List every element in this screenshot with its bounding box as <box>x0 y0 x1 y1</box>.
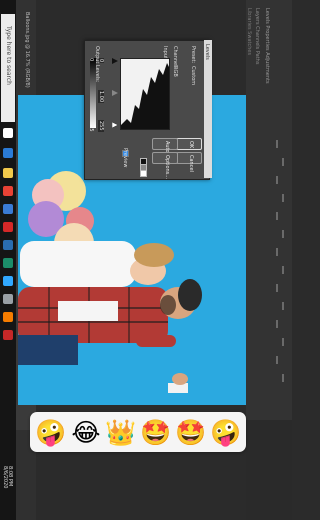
input-levels-slider[interactable] <box>111 58 120 129</box>
opera-icon[interactable] <box>3 222 13 232</box>
woman-shirt <box>20 241 136 287</box>
edge-icon[interactable] <box>3 148 13 158</box>
preset-dropdown[interactable]: Custom <box>190 66 196 85</box>
levels-titlebar[interactable] <box>204 40 212 178</box>
man-undershirt <box>58 301 118 321</box>
panel-tabs-3[interactable]: Libraries Swatches <box>246 8 252 55</box>
preview-label: Preview <box>122 148 128 168</box>
black-point-handle <box>112 58 118 64</box>
document-tab-label: Balloons.jpg @ 16.7% (RGB/8) <box>24 12 30 88</box>
output-white-value[interactable]: 255 <box>88 122 94 132</box>
reaction-zany-face-icon-2[interactable]: 🤪 <box>209 416 243 450</box>
white-eyedropper-icon[interactable] <box>140 170 147 177</box>
panel-control-icon[interactable] <box>276 212 278 220</box>
levels-histogram <box>120 58 170 130</box>
panel-control-icon[interactable] <box>276 320 278 328</box>
woman-hair <box>134 243 174 267</box>
cancel-button-label: Cancel <box>188 155 194 172</box>
cancel-button[interactable]: Cancel <box>176 152 202 172</box>
photos-icon[interactable] <box>3 258 13 268</box>
store-icon[interactable] <box>3 204 13 214</box>
layers-panel[interactable] <box>246 420 292 520</box>
task-view-icon[interactable] <box>3 128 13 138</box>
input-white-value[interactable]: 255 <box>98 120 104 132</box>
ok-button-label: OK <box>188 141 194 149</box>
histogram-graph <box>121 63 169 129</box>
channel-dropdown[interactable]: RGB <box>172 66 178 77</box>
output-levels-slider[interactable] <box>90 58 96 128</box>
options-button-label: Options... <box>164 155 170 180</box>
output-black-value[interactable]: 0 <box>88 58 94 61</box>
panel-control-icon[interactable] <box>276 176 278 184</box>
reaction-tears-of-joy-icon[interactable]: 😂 <box>69 416 103 450</box>
panel-control-icon[interactable] <box>276 356 278 364</box>
chrome-icon[interactable] <box>3 186 13 196</box>
mail-icon[interactable] <box>3 240 13 250</box>
input-gamma-value[interactable]: 1.00 <box>98 90 104 104</box>
panel-control-icon[interactable] <box>282 194 284 202</box>
panel-control-icon[interactable] <box>282 338 284 346</box>
photoshop-icon[interactable] <box>3 276 13 286</box>
gamma-handle <box>112 90 118 96</box>
auto-button-label: Auto <box>164 141 170 153</box>
channel-label: Channel: <box>172 46 178 69</box>
reaction-star-struck-icon[interactable]: 🤩 <box>139 416 173 450</box>
man-jeans <box>18 335 78 365</box>
levels-title: Levels <box>204 44 210 60</box>
panel-control-icon[interactable] <box>276 248 278 256</box>
panel-control-icon[interactable] <box>282 374 284 382</box>
panel-control-icon[interactable] <box>276 140 278 148</box>
reaction-crown-icon[interactable]: 👑 <box>104 416 138 450</box>
panel-control-icon[interactable] <box>282 302 284 310</box>
panel-control-icon[interactable] <box>276 284 278 292</box>
explorer-icon[interactable] <box>3 168 13 178</box>
settings-icon[interactable] <box>3 294 13 304</box>
media-icon[interactable] <box>3 312 13 322</box>
man-arm <box>136 335 176 347</box>
panel-control-icon[interactable] <box>282 266 284 274</box>
reaction-star-struck-icon-2[interactable]: 🤩 <box>174 416 208 450</box>
preset-label: Preset: <box>190 46 196 64</box>
auto-button[interactable]: Auto <box>152 138 178 153</box>
panel-control-icon[interactable] <box>282 230 284 238</box>
options-button[interactable]: Options... <box>152 152 178 179</box>
search-placeholder: Type here to search <box>5 26 12 85</box>
reaction-zany-face-icon[interactable]: 🤪 <box>34 416 68 450</box>
panel-tabs-2[interactable]: Layers Channels Paths <box>254 8 260 64</box>
ok-button[interactable]: OK <box>176 138 202 150</box>
panel-control-icon[interactable] <box>282 158 284 166</box>
man-hair <box>178 279 202 311</box>
panel-tabs-1[interactable]: Levels Properties Adjustments <box>264 8 270 84</box>
white-point-handle <box>111 121 119 129</box>
tray-clock-date[interactable]: 8/6/2020 <box>2 466 8 488</box>
app-icon[interactable] <box>3 330 13 340</box>
